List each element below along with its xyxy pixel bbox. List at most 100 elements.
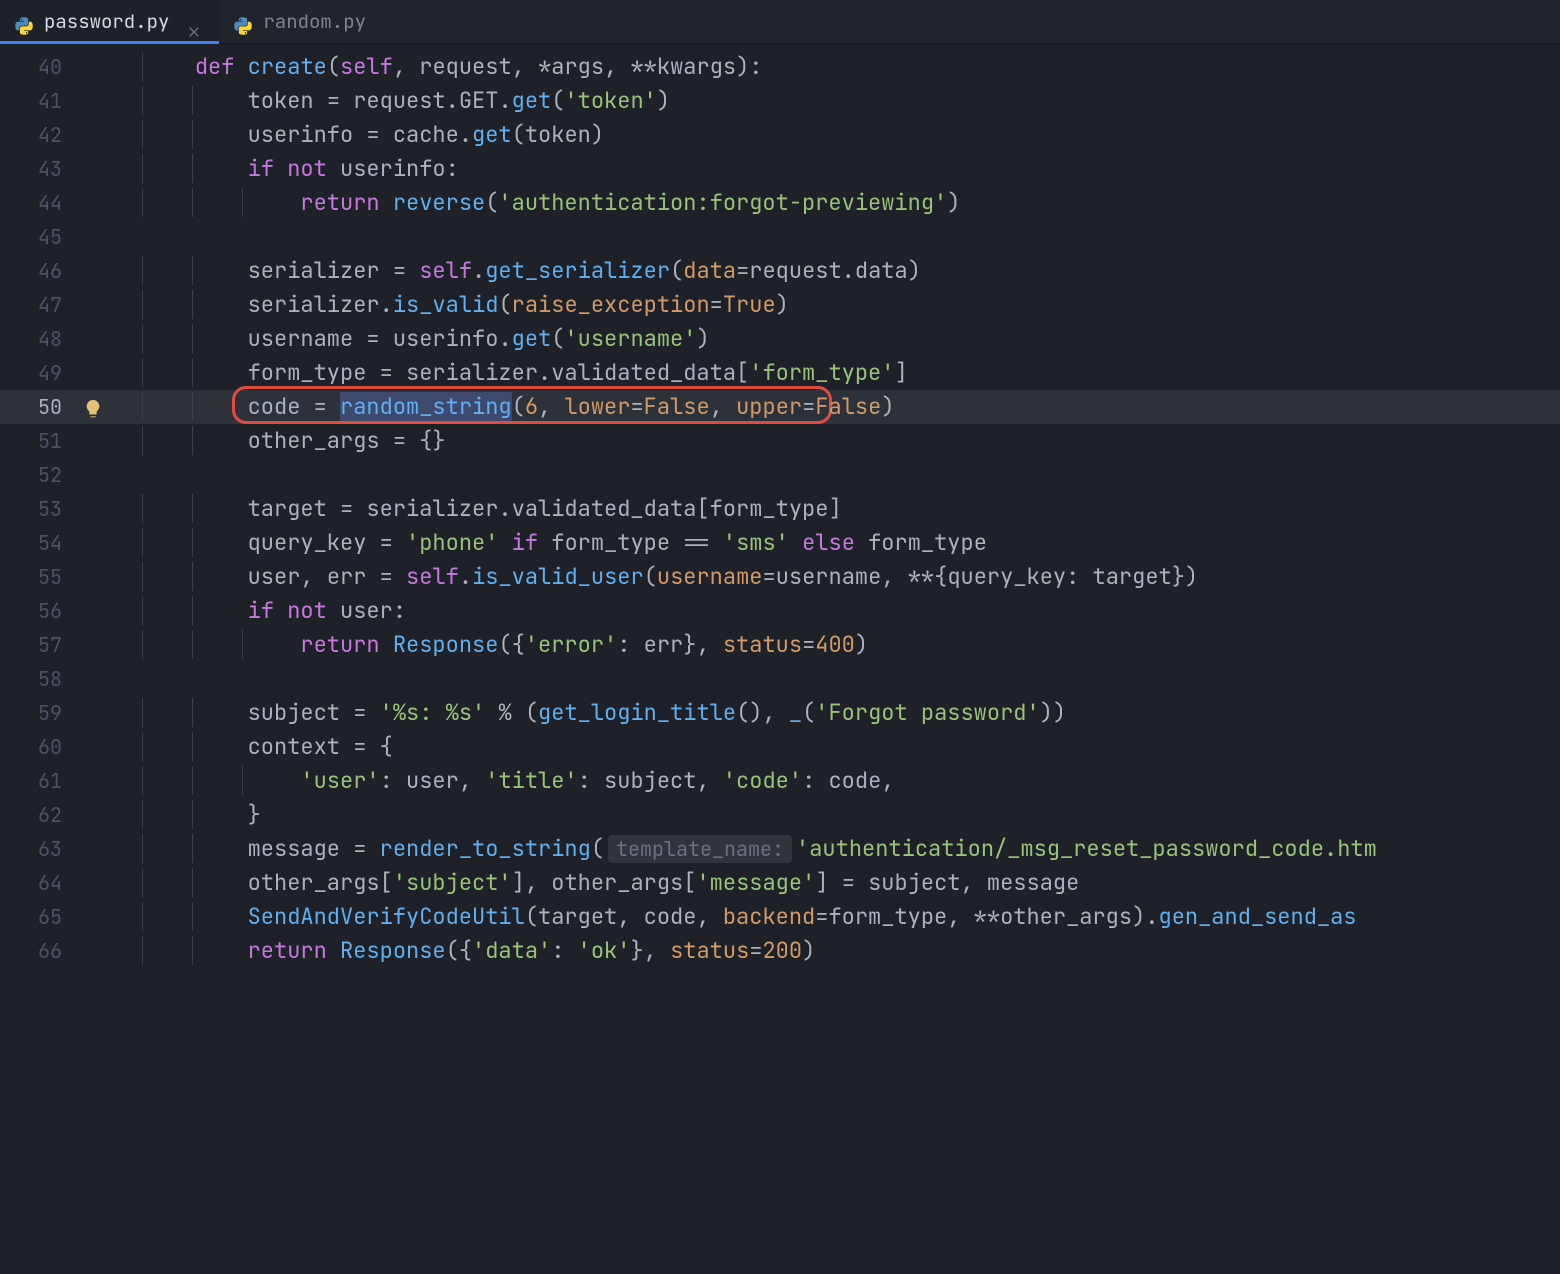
code-content[interactable]: return Response({'error': err}, status=4… [116,628,1560,662]
line-number: 55 [0,560,78,594]
code-content[interactable]: 'user': user, 'title': subject, 'code': … [116,764,1560,798]
code-line[interactable]: 55 user, err = self.is_valid_user(userna… [0,560,1560,594]
code-line[interactable]: 51 other_args = {} [0,424,1560,458]
code-line[interactable]: 43 if not userinfo: [0,152,1560,186]
code-content[interactable]: return reverse('authentication:forgot-pr… [116,186,1560,220]
line-number: 43 [0,152,78,186]
code-content[interactable]: if not userinfo: [116,152,1560,186]
code-line[interactable]: 66 return Response({'data': 'ok'}, statu… [0,934,1560,968]
line-number: 54 [0,526,78,560]
close-icon[interactable] [187,15,201,29]
code-line[interactable]: 52 [0,458,1560,492]
gutter-hint [78,764,116,798]
code-line[interactable]: 49 form_type = serializer.validated_data… [0,356,1560,390]
lightbulb-icon[interactable] [82,396,104,418]
code-content[interactable]: SendAndVerifyCodeUtil(target, code, back… [116,900,1560,934]
code-line[interactable]: 60 context = { [0,730,1560,764]
line-number: 57 [0,628,78,662]
code-line[interactable]: 62 } [0,798,1560,832]
code-content[interactable]: message = render_to_string(template_name… [116,832,1560,866]
line-number: 58 [0,662,78,696]
python-icon [233,12,253,32]
gutter-hint [78,424,116,458]
gutter-hint [78,220,116,254]
line-number: 48 [0,322,78,356]
code-content[interactable]: token = request.GET.get('token') [116,84,1560,118]
gutter-hint [78,866,116,900]
tab-label: random.py [263,5,366,39]
code-line[interactable]: 63 message = render_to_string(template_n… [0,832,1560,866]
code-line[interactable]: 53 target = serializer.validated_data[fo… [0,492,1560,526]
code-line[interactable]: 64 other_args['subject'], other_args['me… [0,866,1560,900]
code-content[interactable]: serializer = self.get_serializer(data=re… [116,254,1560,288]
code-content[interactable]: form_type = serializer.validated_data['f… [116,356,1560,390]
code-line[interactable]: 42 userinfo = cache.get(token) [0,118,1560,152]
code-content[interactable]: return Response({'data': 'ok'}, status=2… [116,934,1560,968]
code-content[interactable]: serializer.is_valid(raise_exception=True… [116,288,1560,322]
gutter-hint [78,560,116,594]
line-number: 44 [0,186,78,220]
line-number: 66 [0,934,78,968]
line-number: 59 [0,696,78,730]
code-line[interactable]: 65 SendAndVerifyCodeUtil(target, code, b… [0,900,1560,934]
line-number: 51 [0,424,78,458]
gutter-hint [78,628,116,662]
code-content[interactable]: userinfo = cache.get(token) [116,118,1560,152]
gutter-hint [78,84,116,118]
line-number: 47 [0,288,78,322]
tab-random[interactable]: random.py [219,0,384,43]
code-content[interactable] [116,220,1560,254]
code-line[interactable]: 56 if not user: [0,594,1560,628]
line-number: 61 [0,764,78,798]
line-number: 42 [0,118,78,152]
gutter-hint [78,798,116,832]
code-line[interactable]: 59 subject = '%s: %s' % (get_login_title… [0,696,1560,730]
gutter-hint [78,390,116,424]
code-line[interactable]: 47 serializer.is_valid(raise_exception=T… [0,288,1560,322]
line-number: 63 [0,832,78,866]
gutter-hint [78,186,116,220]
code-line[interactable]: 41 token = request.GET.get('token') [0,84,1560,118]
line-number: 45 [0,220,78,254]
code-content[interactable]: if not user: [116,594,1560,628]
code-line[interactable]: 57 return Response({'error': err}, statu… [0,628,1560,662]
code-content[interactable]: username = userinfo.get('username') [116,322,1560,356]
line-number: 62 [0,798,78,832]
code-line[interactable]: 50 code = random_string(6, lower=False, … [0,390,1560,424]
code-line[interactable]: 61 'user': user, 'title': subject, 'code… [0,764,1560,798]
code-content[interactable]: query_key = 'phone' if form_type == 'sms… [116,526,1560,560]
code-line[interactable]: 45 [0,220,1560,254]
gutter-hint [78,118,116,152]
gutter-hint [78,900,116,934]
code-content[interactable]: } [116,798,1560,832]
code-content[interactable]: code = random_string(6, lower=False, upp… [116,390,1560,424]
line-number: 50 [0,390,78,424]
code-line[interactable]: 46 serializer = self.get_serializer(data… [0,254,1560,288]
code-content[interactable]: context = { [116,730,1560,764]
code-content[interactable]: user, err = self.is_valid_user(username=… [116,560,1560,594]
code-editor[interactable]: 40 def create(self, request, *args, **kw… [0,44,1560,968]
code-content[interactable]: subject = '%s: %s' % (get_login_title(),… [116,696,1560,730]
code-content[interactable] [116,662,1560,696]
code-line[interactable]: 40 def create(self, request, *args, **kw… [0,50,1560,84]
line-number: 46 [0,254,78,288]
gutter-hint [78,254,116,288]
code-content[interactable]: target = serializer.validated_data[form_… [116,492,1560,526]
tab-password[interactable]: password.py [0,0,219,43]
gutter-hint [78,526,116,560]
code-content[interactable]: other_args = {} [116,424,1560,458]
code-line[interactable]: 54 query_key = 'phone' if form_type == '… [0,526,1560,560]
line-number: 49 [0,356,78,390]
code-content[interactable]: def create(self, request, *args, **kwarg… [116,50,1560,84]
line-number: 64 [0,866,78,900]
code-line[interactable]: 44 return reverse('authentication:forgot… [0,186,1560,220]
code-content[interactable]: other_args['subject'], other_args['messa… [116,866,1560,900]
gutter-hint [78,152,116,186]
code-line[interactable]: 48 username = userinfo.get('username') [0,322,1560,356]
param-hint: template_name: [608,835,792,863]
python-icon [14,12,34,32]
code-line[interactable]: 58 [0,662,1560,696]
gutter-hint [78,288,116,322]
line-number: 56 [0,594,78,628]
code-content[interactable] [116,458,1560,492]
